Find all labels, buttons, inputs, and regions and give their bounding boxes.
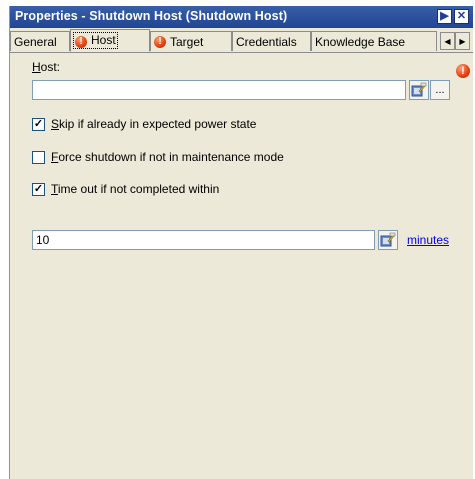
variable-picker-icon[interactable] (409, 80, 429, 100)
tab-bar: General ! Host ! Target Credentials Knowl… (10, 28, 473, 53)
host-browse-button[interactable]: ... (430, 80, 450, 100)
force-shutdown-checkbox[interactable] (32, 151, 45, 164)
tab-target[interactable]: ! Target (150, 31, 232, 51)
tab-scroll-left-icon[interactable]: ◀ (440, 32, 455, 50)
host-label: Host: (32, 60, 61, 74)
timeout-input[interactable] (32, 230, 375, 250)
tab-scroll-right-icon[interactable]: ▶ (455, 32, 470, 50)
tab-credentials-label: Credentials (236, 34, 297, 49)
timeout-unit-link[interactable]: minutes (407, 233, 449, 247)
host-tab-panel: Host: ! ... ✓ Skip if already in expecte… (10, 53, 473, 479)
properties-window: Properties - Shutdown Host (Shutdown Hos… (9, 6, 473, 479)
tab-host-label-wrap: ! Host (73, 32, 118, 49)
tab-general[interactable]: General (10, 31, 70, 51)
error-icon: ! (154, 35, 166, 48)
error-icon: ! (75, 36, 87, 48)
skip-power-state-label[interactable]: Skip if already in expected power state (51, 117, 256, 131)
tab-knowledge-base[interactable]: Knowledge Base (311, 31, 437, 51)
tab-host-label: Host (91, 33, 116, 47)
tab-credentials[interactable]: Credentials (232, 31, 311, 51)
tab-host[interactable]: ! Host (70, 29, 150, 52)
tab-target-label: Target (170, 34, 204, 49)
skip-power-state-checkbox[interactable]: ✓ (32, 118, 45, 131)
host-input[interactable] (32, 80, 406, 100)
variable-picker-icon[interactable] (378, 230, 398, 250)
close-button[interactable]: ✕ (454, 9, 469, 24)
force-shutdown-label[interactable]: Force shutdown if not in maintenance mod… (51, 150, 284, 164)
timeout-checkbox[interactable]: ✓ (32, 183, 45, 196)
host-error-icon: ! (456, 64, 470, 78)
pin-button[interactable]: ▶ (437, 9, 452, 24)
tab-knowledge-base-label: Knowledge Base (315, 34, 406, 49)
title-bar[interactable]: Properties - Shutdown Host (Shutdown Hos… (10, 6, 473, 28)
tab-general-label: General (14, 34, 57, 49)
window-title: Properties - Shutdown Host (Shutdown Hos… (15, 9, 288, 23)
timeout-label[interactable]: Time out if not completed within (51, 182, 219, 196)
